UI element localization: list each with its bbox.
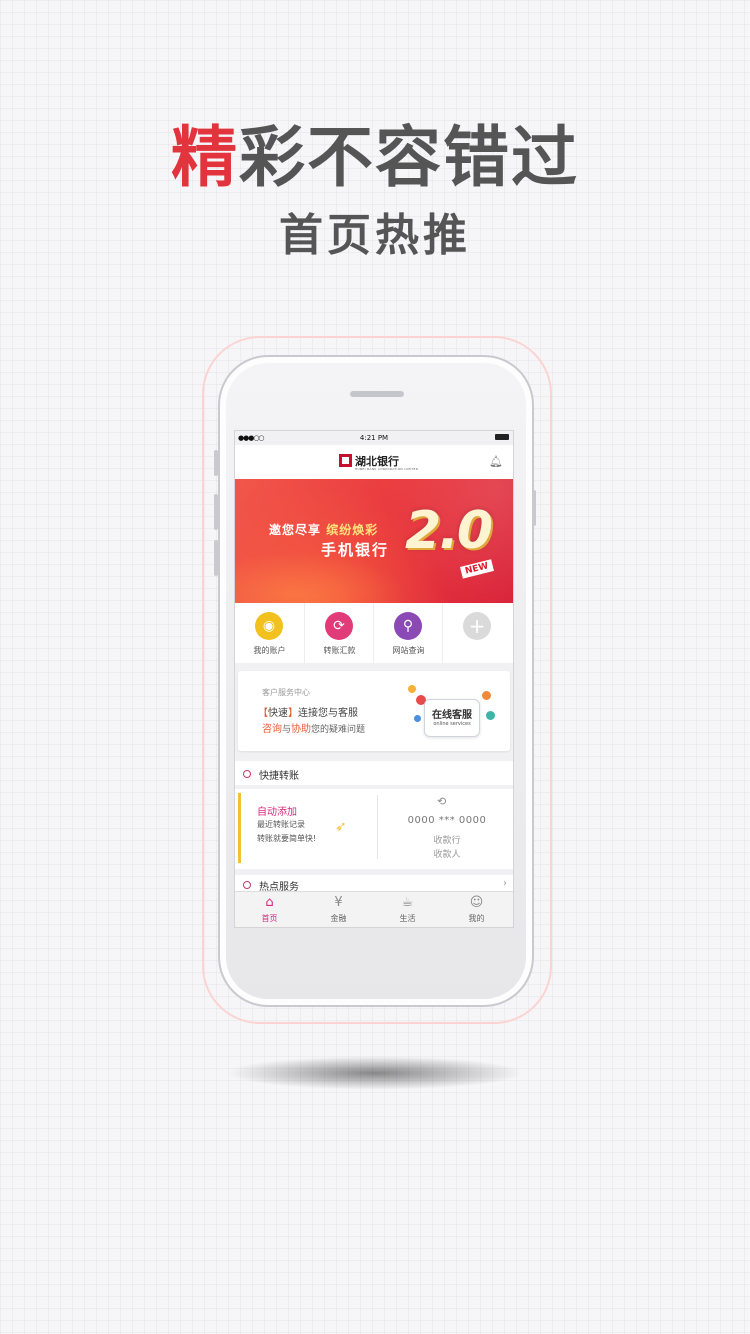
quick-menu: ◉ 我的账户 ⟳ 转账汇款 ⚲ 网站查询 + [235,603,513,663]
banner-line2: 手机银行 [321,541,390,559]
rocket-icon: ➶ [335,819,347,835]
scan-icon[interactable]: ⟲ [437,795,446,808]
tab-label: 我的 [468,914,485,923]
simple-transfer-text: 转账就要简单快! [257,834,317,843]
recent-records-text: 最近转账记录 [257,820,305,829]
finance-icon: ¥ [334,895,343,910]
volume-down-button [214,494,218,530]
tab-life[interactable]: ☕ 生活 [373,892,442,927]
volume-up-button [214,450,218,476]
decor-dot [486,711,495,720]
banner-colorful-text: 缤纷焕彩 [326,523,379,537]
promo-subheadline: 首页热推 [279,210,471,261]
quick-transfer-card[interactable]: 自动添加 最近转账记录 转账就要简单快! ➶ ⟲ 0000 *** 0000 收… [235,789,513,869]
decor-dot [408,685,416,693]
quick-item-branch-query[interactable]: ⚲ 网站查询 [373,603,443,663]
customer-service-card[interactable]: 客户服务中心 【快速】连接您与客服 咨询与协助您的疑难问题 在线客服 onlin… [238,671,510,751]
headline-rest: 彩不容错过 [239,119,579,196]
help-text: 协助 [291,724,312,735]
banner-invite-text: 邀您尽享 [269,523,322,537]
bracket: 】 [288,708,298,719]
receiving-bank: 收款行 [433,836,461,846]
problems-text: 您的疑难问题 [311,725,366,735]
quick-transfer-title: 快捷转账 [259,771,299,782]
quick-item-label: 转账汇款 [323,646,356,655]
home-icon: ⌂ [265,895,274,910]
promo-banner[interactable]: 邀您尽享 缤纷焕彩 手机银行 2.0 NEW [235,479,513,603]
service-line1: 【快速】连接您与客服 [258,704,358,719]
tab-profile[interactable]: ☺ 我的 [442,892,511,927]
consult-text: 咨询 [262,724,282,735]
fast-text: 快速 [268,708,288,719]
decor-dot [414,715,421,722]
bank-logo-icon [339,454,352,467]
profile-icon: ☺ [469,895,484,910]
phone-speaker [350,391,404,397]
battery-icon [495,434,509,440]
life-icon: ☕ [401,895,414,910]
promo-headline: 精彩不容错过 [0,118,750,198]
account-number: 0000 *** 0000 [407,815,487,826]
online-service-title: 在线客服 [432,710,472,721]
online-service-bubble[interactable]: 在线客服 online services [424,699,480,737]
service-connect-text: 连接您与客服 [298,708,358,719]
notification-bell-icon[interactable]: 🔔︎ [489,455,503,468]
tab-label: 生活 [399,914,416,923]
location-icon: ⚲ [394,612,422,640]
payee: 收款人 [433,850,461,860]
quick-item-label: 我的账户 [253,646,286,655]
banner-new-badge: NEW [460,559,494,579]
online-service-subtitle: online services [433,721,471,727]
quick-item-add[interactable]: + [442,603,512,663]
chevron-right-icon: › [503,878,507,889]
service-title: 客户服务中心 [262,688,310,697]
tab-home[interactable]: ⌂ 首页 [235,892,304,927]
bottom-tab-bar: ⌂ 首页 ¥ 金融 ☕ 生活 ☺ 我的 [235,891,513,927]
tab-label: 金融 [330,914,347,923]
status-bar: ●●●○○ 4:21 PM [235,431,513,445]
add-icon: + [463,612,491,640]
status-time: 4:21 PM [359,434,389,442]
tab-finance[interactable]: ¥ 金融 [304,892,373,927]
quick-transfer-header: 快捷转账 [235,761,513,785]
tab-label: 首页 [261,914,278,923]
quick-item-my-account[interactable]: ◉ 我的账户 [235,603,304,663]
bank-name-en: HUBEI BANK CORPORATION LIMITED [355,467,419,471]
quick-item-transfer[interactable]: ⟳ 转账汇款 [304,603,374,663]
accent-bar [238,793,241,863]
mute-switch [214,540,218,576]
section-marker-icon [243,881,251,889]
banner-line1: 邀您尽享 缤纷焕彩 [269,521,378,538]
account-icon: ◉ [255,612,283,640]
quick-item-label: 网站查询 [392,646,425,655]
headline-accent-char: 精 [171,119,239,196]
and-text: 与 [282,725,292,735]
divider [377,795,378,859]
bracket: 【 [258,708,268,719]
decor-dot [482,691,491,700]
banner-version: 2.0 [405,501,493,561]
transfer-icon: ⟳ [325,612,353,640]
phone-shadow [225,1056,525,1090]
app-header: 湖北银行 HUBEI BANK CORPORATION LIMITED 🔔︎ [235,445,513,479]
power-button [532,490,536,526]
section-marker-icon [243,770,251,778]
service-line2: 咨询与协助您的疑难问题 [262,720,365,735]
phone-screen: ●●●○○ 4:21 PM 湖北银行 HUBEI BANK CORPORATIO… [234,430,514,928]
auto-add-link[interactable]: 自动添加 [257,803,297,818]
